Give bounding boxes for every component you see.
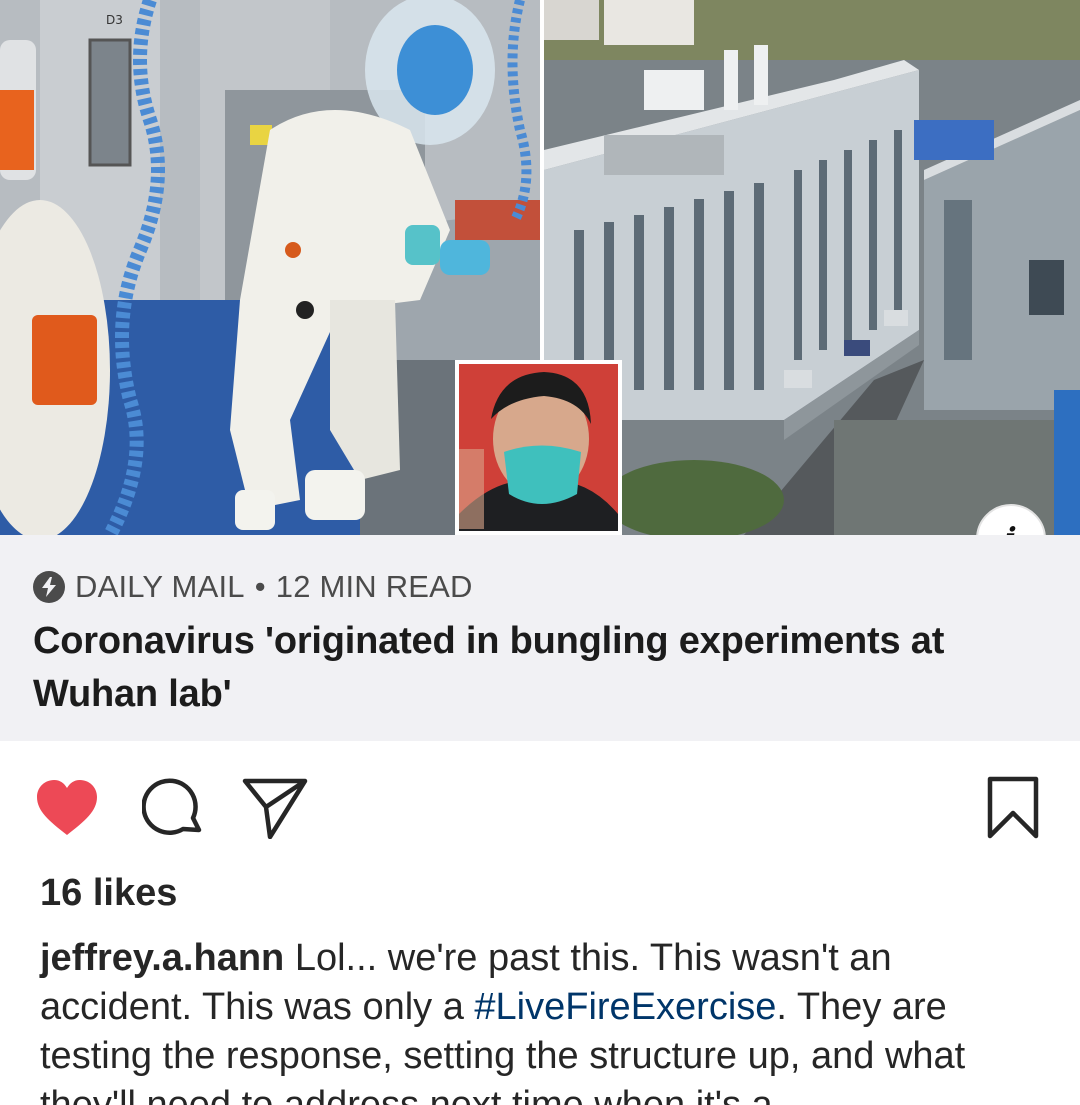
post-image[interactable]: D3 (0, 0, 1080, 535)
bookmark-icon (987, 776, 1039, 839)
caption-username[interactable]: jeffrey.a.hann (40, 937, 284, 979)
source-separator: • (254, 569, 266, 604)
lightning-icon (33, 571, 65, 603)
hashtag-link[interactable]: #LiveFireExercise (474, 986, 776, 1028)
svg-text:D3: D3 (106, 13, 123, 27)
comment-icon (142, 778, 202, 835)
source-row: DAILY MAIL • 12 MIN READ (33, 569, 473, 605)
heart-icon (37, 780, 97, 835)
source-name: DAILY MAIL (75, 569, 245, 604)
likes-count[interactable]: 16 likes (40, 872, 177, 915)
save-button[interactable] (979, 774, 1047, 842)
read-time: 12 MIN READ (275, 569, 473, 604)
link-preview-card[interactable]: DAILY MAIL • 12 MIN READ Coronavirus 'or… (0, 535, 1080, 741)
building-photo (544, 0, 1080, 535)
comment-button[interactable] (139, 774, 207, 842)
share-button[interactable] (241, 774, 309, 842)
inset-photo (455, 360, 622, 535)
paper-plane-icon (242, 778, 308, 839)
like-button[interactable] (33, 774, 101, 842)
post-caption: jeffrey.a.hann Lol... we're past this. T… (40, 934, 1050, 1105)
article-headline[interactable]: Coronavirus 'originated in bungling expe… (33, 615, 1053, 721)
post-actions (0, 760, 1080, 860)
